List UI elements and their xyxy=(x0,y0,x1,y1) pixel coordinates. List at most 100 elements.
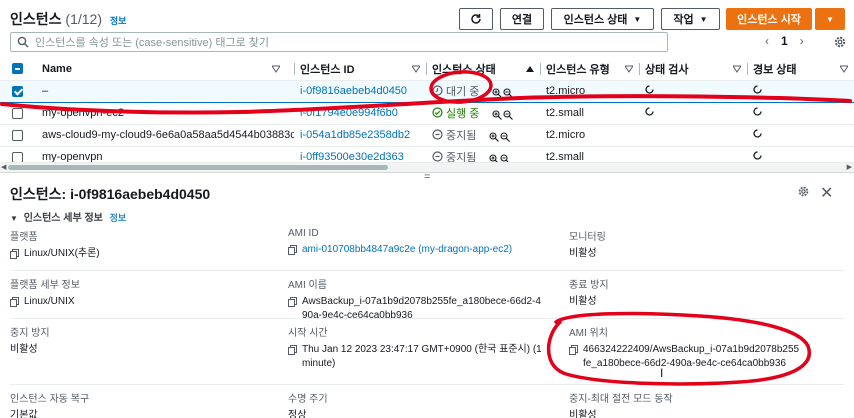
row-instance-id[interactable]: i-054a1db85e2358db2 xyxy=(294,124,426,147)
scrollbar-thumb[interactable] xyxy=(8,165,388,170)
row-instance-type: t2.micro xyxy=(540,79,639,103)
stop-protection-value: 비활성 xyxy=(10,344,38,355)
zoom-out-icon[interactable] xyxy=(503,110,514,121)
instance-state-dropdown[interactable]: 인스턴스 상태 ▼ xyxy=(551,8,654,30)
monitoring-value: 비활성 xyxy=(569,248,597,259)
instances-panel: 인스턴스 (1/12) 정보 연결 인스턴스 상태 ▼ 작업 ▼ 인스턴스 시작… xyxy=(0,0,854,172)
search-row: 인스턴스를 속성 또는 (case-sensitive) 태그로 찾기 ‹ 1 … xyxy=(0,32,854,54)
gear-icon[interactable] xyxy=(833,35,847,49)
row-select-cell[interactable] xyxy=(0,79,36,103)
row-checkbox[interactable] xyxy=(12,107,23,119)
field-divider xyxy=(10,384,844,385)
col-instance-state[interactable]: 인스턴스 상태 xyxy=(426,58,540,81)
details-section-header[interactable]: ▼ 인스턴스 세부 정보 정보 xyxy=(10,209,126,224)
pagination: ‹ 1 › xyxy=(765,34,804,48)
col-instance-id[interactable]: 인스턴스 ID xyxy=(294,58,426,81)
field-value[interactable]: ami-010708bb4847a9c2e (my-dragon-app-ec2… xyxy=(288,243,558,257)
col-instance-type[interactable]: 인스턴스 유형 xyxy=(540,58,639,81)
field-stop-protection: 중지 방지 비활성 xyxy=(10,324,270,357)
search-placeholder: 인스턴스를 속성 또는 (case-sensitive) 태그로 찾기 xyxy=(35,37,269,49)
section-info-link[interactable]: 정보 xyxy=(110,213,127,223)
row-state-cell: 실행 중 xyxy=(426,102,540,125)
loading-spinner-icon xyxy=(645,107,654,116)
copy-icon[interactable] xyxy=(288,297,297,307)
row-alarm-status xyxy=(747,102,854,125)
sort-icon[interactable] xyxy=(412,65,420,73)
select-all-checkbox[interactable] xyxy=(12,63,23,75)
row-state-cell: 대기 중 xyxy=(426,79,540,103)
launch-instance-button[interactable]: 인스턴스 시작 xyxy=(726,8,812,30)
copy-icon[interactable] xyxy=(10,297,19,307)
zoom-in-icon[interactable] xyxy=(492,110,503,121)
row-instance-id[interactable]: i-0f9816aebeb4d0450 xyxy=(294,79,426,103)
field-monitoring: 모니터링 비활성 xyxy=(569,228,829,261)
column-divider xyxy=(426,63,427,75)
col-instance-id-label: 인스턴스 ID xyxy=(300,63,355,76)
field-label: 플랫폼 xyxy=(10,232,38,243)
stopped-icon xyxy=(432,151,443,162)
table-row[interactable]: my-openvpn-ec2 i-0f1794e0e994f6b0 실행 중 t… xyxy=(0,102,854,125)
sort-icon[interactable] xyxy=(840,65,848,73)
instance-count: (1/12) xyxy=(65,11,102,27)
row-instance-type: t2.micro xyxy=(540,124,639,147)
zoom-in-icon[interactable] xyxy=(489,132,500,143)
gear-icon[interactable] xyxy=(797,185,810,198)
table-header-row: Name 인스턴스 ID 인스턴스 상태 인스턴스 유형 상태 검사 경보 상태 xyxy=(0,58,854,81)
copy-icon[interactable] xyxy=(10,249,19,259)
close-icon[interactable]: ✕ xyxy=(820,183,833,203)
row-checkbox[interactable] xyxy=(12,129,23,141)
refresh-button[interactable] xyxy=(459,8,493,30)
field-auto-recovery: 인스턴스 자동 복구 기본값 xyxy=(10,390,270,418)
field-ami-location: AMI 위치 466324222409/AwsBackup_i-07a1b9d2… xyxy=(569,324,801,371)
instances-table: Name 인스턴스 ID 인스턴스 상태 인스턴스 유형 상태 검사 경보 상태… xyxy=(0,58,854,169)
info-link[interactable]: 정보 xyxy=(110,16,127,26)
copy-icon[interactable] xyxy=(288,345,297,355)
ami-location-value: 466324222409/AwsBackup_i-07a1b9d2078b255… xyxy=(583,344,800,369)
copy-icon[interactable] xyxy=(569,345,578,355)
panel-resize-handle[interactable]: = xyxy=(0,172,854,183)
ami-id-link[interactable]: ami-010708bb4847a9c2e (my-dragon-app-ec2… xyxy=(302,243,512,257)
sort-icon[interactable] xyxy=(733,65,741,73)
col-status-check[interactable]: 상태 검사 xyxy=(639,58,747,81)
scroll-left-icon[interactable]: ◀ xyxy=(1,163,6,171)
row-select-cell[interactable] xyxy=(0,102,36,125)
sort-icon[interactable] xyxy=(625,65,633,73)
row-instance-id[interactable]: i-0f1794e0e994f6b0 xyxy=(294,102,426,125)
col-instance-type-label: 인스턴스 유형 xyxy=(546,63,610,76)
row-checkbox[interactable] xyxy=(12,85,23,97)
page-number[interactable]: 1 xyxy=(781,34,788,48)
select-all-cell[interactable] xyxy=(0,58,36,81)
col-name[interactable]: Name xyxy=(36,58,294,81)
zoom-out-icon[interactable] xyxy=(500,132,511,143)
zoom-out-icon[interactable] xyxy=(503,88,514,99)
table-row[interactable]: – i-0f9816aebeb4d0450 대기 중 t2.micro xyxy=(0,79,854,103)
page-title: 인스턴스 (1/12) 정보 xyxy=(10,9,126,29)
col-status-check-label: 상태 검사 xyxy=(645,63,689,76)
sort-icon[interactable] xyxy=(272,65,280,73)
loading-spinner-icon xyxy=(753,151,762,160)
actions-dropdown[interactable]: 작업 ▼ xyxy=(661,8,720,30)
connect-button[interactable]: 연결 xyxy=(500,8,544,30)
row-checkbox[interactable] xyxy=(12,151,23,163)
zoom-in-icon[interactable] xyxy=(492,88,503,99)
caret-down-icon: ▼ xyxy=(699,14,708,24)
next-page-button[interactable]: › xyxy=(800,34,804,48)
row-name: – xyxy=(36,79,294,103)
prev-page-button[interactable]: ‹ xyxy=(765,34,769,48)
sort-asc-icon[interactable] xyxy=(526,65,534,73)
collapse-caret-icon[interactable]: ▼ xyxy=(10,214,18,223)
col-alarm-status[interactable]: 경보 상태 xyxy=(747,58,854,81)
row-name: aws-cloud9-my-cloud9-6e6a0a58aa5d4544b03… xyxy=(36,124,294,147)
table-row[interactable]: aws-cloud9-my-cloud9-6e6a0a58aa5d4544b03… xyxy=(0,124,854,147)
row-status-check xyxy=(639,124,747,147)
search-input[interactable]: 인스턴스를 속성 또는 (case-sensitive) 태그로 찾기 xyxy=(10,32,668,52)
instance-details-panel: 인스턴스: i-0f9816aebeb4d0450 ✕ ▼ 인스턴스 세부 정보… xyxy=(0,180,854,418)
field-label: 중지 방지 xyxy=(10,328,50,339)
field-label: 수명 주기 xyxy=(288,394,328,405)
scroll-right-icon[interactable]: ▶ xyxy=(847,163,852,171)
row-select-cell[interactable] xyxy=(0,124,36,147)
launch-options-dropdown[interactable]: ▼ xyxy=(815,8,845,30)
field-label: AMI 이름 xyxy=(288,280,327,291)
field-label: AMI ID xyxy=(288,228,319,239)
copy-icon[interactable] xyxy=(288,245,297,255)
